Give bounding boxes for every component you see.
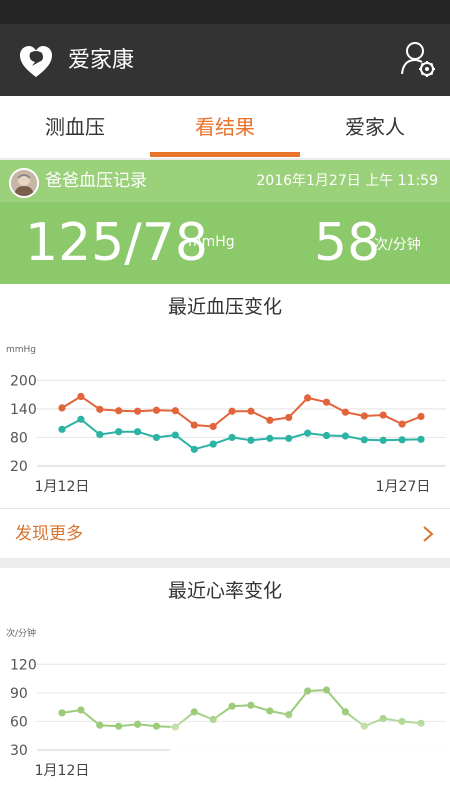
x-tick-label: 1月12日	[35, 479, 90, 495]
latest-summary[interactable]: 爸爸血压记录 2016年1月27日 上午 11:59 125/78 mmHg 5…	[0, 160, 450, 284]
data-point	[228, 407, 236, 415]
data-point	[228, 702, 236, 710]
data-point	[190, 445, 198, 453]
data-point	[304, 687, 312, 695]
data-point	[133, 720, 142, 728]
tab-results[interactable]: 看结果	[150, 96, 300, 158]
data-point	[96, 405, 104, 413]
data-point	[266, 416, 274, 424]
data-point	[152, 433, 161, 442]
data-point	[228, 433, 236, 442]
data-point	[171, 431, 179, 439]
y-tick-label: 30	[10, 743, 28, 759]
heart-rate-value: 58	[314, 213, 381, 273]
data-point	[209, 440, 217, 448]
active-tab-indicator	[150, 152, 300, 157]
data-point	[341, 408, 350, 416]
data-point	[322, 686, 331, 694]
blood-pressure-value: 125/78	[25, 213, 208, 273]
avatar	[9, 168, 39, 198]
discover-more-link[interactable]: 发现更多	[0, 508, 450, 559]
tab-family[interactable]: 爱家人	[300, 96, 450, 158]
chevron-right-icon	[423, 526, 434, 542]
data-point	[58, 404, 66, 412]
data-point	[285, 413, 293, 422]
data-point	[58, 709, 66, 717]
data-point	[247, 701, 255, 709]
app-title: 爱家康	[68, 48, 135, 73]
chart-unit-label: 次/分钟	[6, 627, 36, 639]
data-point	[322, 431, 331, 440]
status-bar	[0, 0, 450, 24]
discover-more-label: 发现更多	[15, 524, 83, 544]
record-title: 爸爸血压记录	[45, 171, 147, 191]
chart-unit-label: mmHg	[6, 345, 36, 355]
heart-rate-unit: 次/分钟	[374, 237, 421, 253]
x-tick-label: 1月12日	[35, 763, 90, 779]
data-point	[115, 407, 123, 415]
data-point	[360, 412, 368, 420]
data-point	[304, 394, 312, 402]
data-point	[171, 407, 179, 415]
data-point	[398, 436, 406, 444]
tab-measure[interactable]: 测血压	[0, 96, 150, 158]
data-point	[417, 412, 425, 421]
y-tick-label: 140	[10, 402, 37, 418]
data-point	[77, 392, 85, 401]
heart-chat-logo-icon	[20, 46, 52, 77]
data-point	[304, 429, 312, 437]
y-tick-label: 90	[10, 686, 28, 702]
data-point	[379, 436, 387, 444]
bottom-fade-overlay	[170, 712, 450, 800]
data-point	[285, 434, 293, 442]
series-line	[61, 418, 422, 451]
data-point	[341, 432, 350, 440]
data-point	[360, 436, 368, 444]
summary-header: 爸爸血压记录 2016年1月27日 上午 11:59	[0, 160, 450, 202]
blood-pressure-unit: mmHg	[188, 234, 235, 250]
data-point	[152, 406, 161, 414]
data-point	[322, 398, 331, 406]
bp-chart-card: 最近血压变化 mmHg 20 80 140 200 1月12日 1月27日 发现更多	[0, 284, 450, 558]
user-settings-icon[interactable]	[400, 40, 438, 80]
bp-line-chart: mmHg 20 80 140 200 1月12日 1月27日	[6, 345, 446, 495]
y-tick-label: 200	[10, 373, 37, 389]
data-point	[96, 430, 104, 439]
data-point	[190, 421, 198, 429]
data-point	[96, 721, 104, 729]
data-point	[77, 415, 85, 423]
data-point	[58, 425, 66, 433]
data-point	[115, 428, 123, 436]
data-point	[266, 434, 274, 442]
data-point	[247, 407, 255, 415]
record-timestamp: 2016年1月27日 上午 11:59	[256, 173, 438, 189]
y-tick-label: 60	[10, 714, 28, 730]
tab-bar: 测血压 看结果 爱家人	[0, 96, 450, 158]
y-tick-label: 20	[10, 459, 28, 475]
y-tick-label: 120	[10, 657, 37, 673]
data-point	[209, 422, 217, 431]
y-tick-label: 80	[10, 430, 28, 446]
data-point	[247, 436, 255, 444]
data-point	[133, 428, 142, 436]
app-bar: 爱家康	[0, 24, 450, 96]
data-point	[77, 706, 85, 714]
data-point	[417, 435, 425, 443]
x-tick-label: 1月27日	[376, 479, 431, 495]
data-point	[398, 420, 406, 428]
data-point	[152, 722, 161, 730]
data-point	[133, 407, 142, 415]
data-point	[115, 722, 123, 730]
data-point	[379, 411, 387, 419]
